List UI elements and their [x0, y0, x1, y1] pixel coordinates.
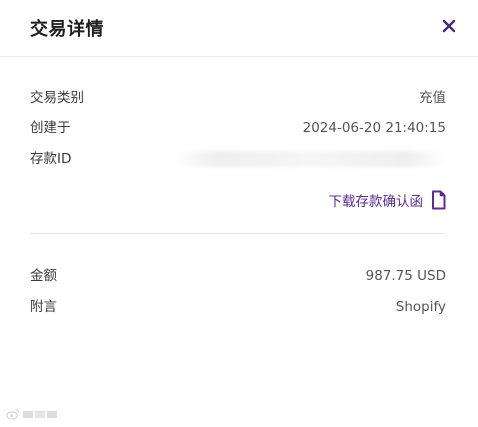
download-link-label: 下载存款确认函 [328, 194, 424, 210]
weibo-icon [6, 409, 19, 420]
document-icon [432, 190, 446, 210]
note-row: 附言 Shopify [30, 297, 446, 317]
transaction-type-value: 充值 [419, 90, 446, 106]
transaction-type-label: 交易类别 [30, 90, 84, 106]
note-label: 附言 [30, 299, 57, 315]
watermark [6, 408, 57, 420]
close-icon[interactable] [440, 17, 458, 35]
download-deposit-confirmation-link[interactable]: 下载存款确认函 [329, 188, 447, 212]
transaction-type-row: 交易类别 充值 [30, 88, 446, 108]
transaction-details-dialog: 交易详情 交易类别 充值 创建于 2024-06-20 21:40:15 存款I… [0, 0, 478, 427]
created-at-value: 2024-06-20 21:40:15 [302, 120, 446, 136]
note-value: Shopify [395, 299, 446, 315]
amount-value: 987.75 USD [365, 268, 446, 284]
deposit-id-redacted-value [176, 151, 446, 167]
created-at-label: 创建于 [30, 120, 71, 136]
deposit-id-label: 存款ID [30, 151, 72, 167]
created-at-row: 创建于 2024-06-20 21:40:15 [30, 118, 446, 138]
section-divider [30, 233, 446, 234]
watermark-text-blur [23, 411, 57, 418]
amount-row: 金额 987.75 USD [30, 266, 446, 286]
amount-label: 金额 [30, 268, 57, 284]
deposit-id-row: 存款ID [30, 149, 446, 169]
dialog-title: 交易详情 [30, 19, 104, 40]
dialog-header: 交易详情 [0, 0, 478, 57]
